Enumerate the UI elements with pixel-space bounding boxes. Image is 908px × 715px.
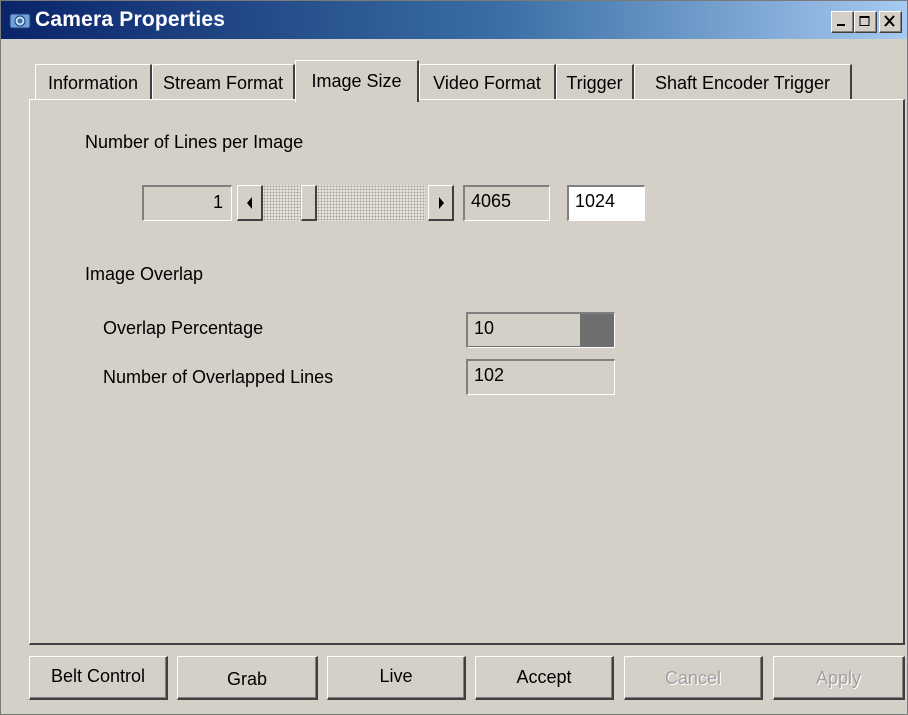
lines-min-field: 1 [142, 185, 232, 221]
cancel-button: Cancel [624, 656, 763, 700]
maximize-icon [859, 16, 870, 26]
accept-label: Accept [516, 667, 572, 687]
grab-button[interactable]: Grab [177, 656, 318, 700]
overlap-percentage-box: 10 [468, 314, 580, 346]
lines-value-input[interactable]: 1024 [567, 185, 645, 221]
image-overlap-heading: Image Overlap [85, 264, 204, 284]
scroll-right-button[interactable] [428, 185, 454, 221]
overlapped-lines-value: 102 [474, 365, 505, 385]
belt-control-label: Belt Control [50, 666, 146, 686]
overlap-percentage-field[interactable]: 10 [466, 312, 615, 348]
title-bar[interactable]: Camera Properties [1, 1, 907, 39]
tab-trigger[interactable]: Trigger [556, 64, 634, 100]
lines-min-value: 1 [212, 192, 223, 212]
lines-value-text: 1024 [575, 191, 616, 211]
overlapped-lines-label: Number of Overlapped Lines [103, 367, 334, 387]
cancel-label: Cancel [664, 668, 722, 688]
lines-max-value: 4065 [471, 191, 512, 211]
tab-image-size[interactable]: Image Size [295, 60, 419, 102]
apply-label: Apply [815, 668, 862, 688]
tab-label: Trigger [566, 73, 623, 93]
accept-button[interactable]: Accept [475, 656, 614, 700]
tab-label: Stream Format [162, 73, 284, 93]
minimize-icon [837, 24, 845, 26]
live-button[interactable]: Live [327, 656, 466, 700]
overlapped-lines-field: 102 [466, 359, 615, 395]
belt-control-button[interactable]: Belt Control [29, 656, 168, 700]
tab-label: Shaft Encoder Trigger [654, 73, 831, 93]
tab-label: Information [47, 73, 139, 93]
maximize-button[interactable] [854, 11, 877, 33]
close-button[interactable] [879, 11, 902, 33]
tab-shaft-encoder-trigger[interactable]: Shaft Encoder Trigger [634, 64, 852, 100]
window-title: Camera Properties [35, 8, 226, 31]
arrow-right-icon [439, 197, 444, 209]
tab-information[interactable]: Information [35, 64, 152, 100]
overlap-percentage-value: 10 [474, 318, 495, 338]
arrow-left-icon [247, 197, 252, 209]
tab-label: Video Format [433, 73, 541, 93]
tab-stream-format[interactable]: Stream Format [152, 64, 295, 100]
grab-label: Grab [226, 669, 268, 689]
lines-slider-thumb[interactable] [301, 185, 317, 221]
camera-app-icon [9, 10, 31, 30]
camera-properties-window: Camera Properties Information Stream For… [0, 0, 908, 715]
scroll-left-button[interactable] [237, 185, 263, 221]
apply-button: Apply [773, 656, 905, 700]
close-icon [884, 15, 895, 27]
lines-max-field: 4065 [463, 185, 550, 221]
lines-slider-track[interactable] [263, 185, 425, 221]
overlap-percentage-label: Overlap Percentage [103, 318, 264, 338]
live-label: Live [379, 666, 413, 686]
tab-video-format[interactable]: Video Format [419, 64, 556, 100]
lines-per-image-heading: Number of Lines per Image [85, 132, 304, 152]
tab-label: Image Size [311, 71, 402, 91]
minimize-button[interactable] [831, 11, 854, 33]
